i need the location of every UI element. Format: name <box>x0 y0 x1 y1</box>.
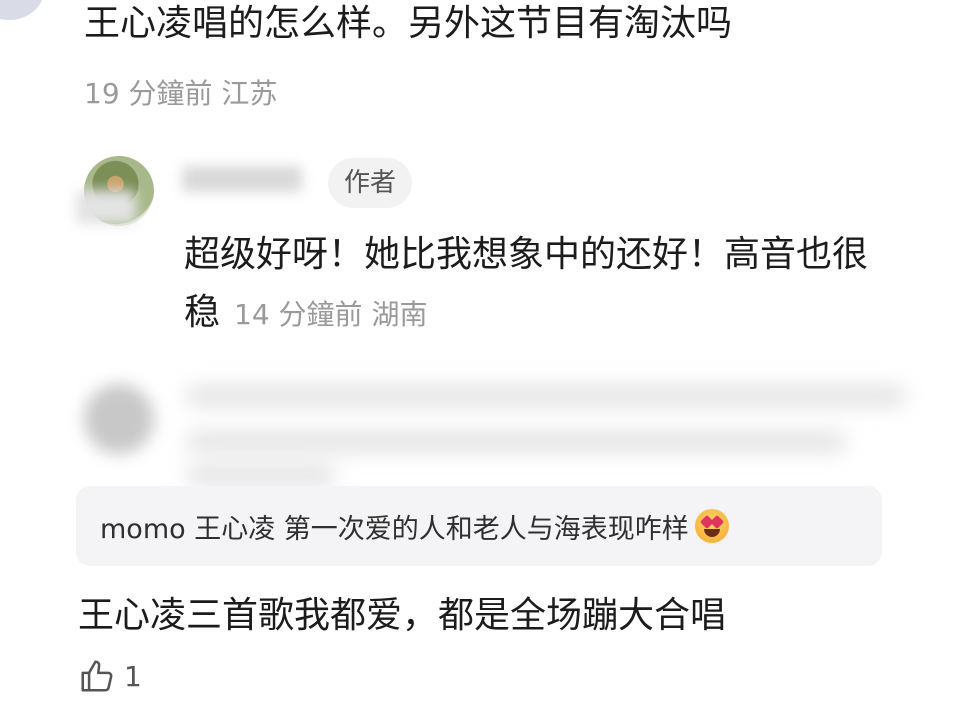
like-button[interactable]: 1 <box>78 656 142 696</box>
comment-text: 王心凌三首歌我都爱，都是全场蹦大合唱 <box>78 595 727 636</box>
blurred-line <box>186 386 906 406</box>
comment-text: 王心凌唱的怎么样。另外这节目有淘汰吗 <box>84 3 733 44</box>
blurred-line <box>186 432 846 452</box>
like-count: 1 <box>124 659 142 693</box>
thumbs-up-icon <box>81 660 113 692</box>
blurred-line <box>186 466 336 486</box>
avatar[interactable] <box>0 0 44 20</box>
author-badge: 作者 <box>328 158 413 208</box>
author-name-blurred[interactable] <box>182 166 302 192</box>
reply-body: 超级好呀！她比我想象中的还好！高音也很稳 14 分鐘前 湖南 <box>184 226 884 344</box>
comment-meta: 19 分鐘前 江苏 <box>84 77 278 110</box>
blurred-comment <box>76 372 936 486</box>
quoted-comment[interactable]: momo 王心凌 第一次爱的人和老人与海表现咋样 <box>76 486 882 566</box>
reply-meta: 14 分鐘前 湖南 <box>234 298 428 331</box>
avatar-mosaic <box>76 190 136 224</box>
heart-eyes-emoji-icon <box>694 509 729 543</box>
quote-text: momo 王心凌 第一次爱的人和老人与海表现咋样 <box>100 513 689 545</box>
